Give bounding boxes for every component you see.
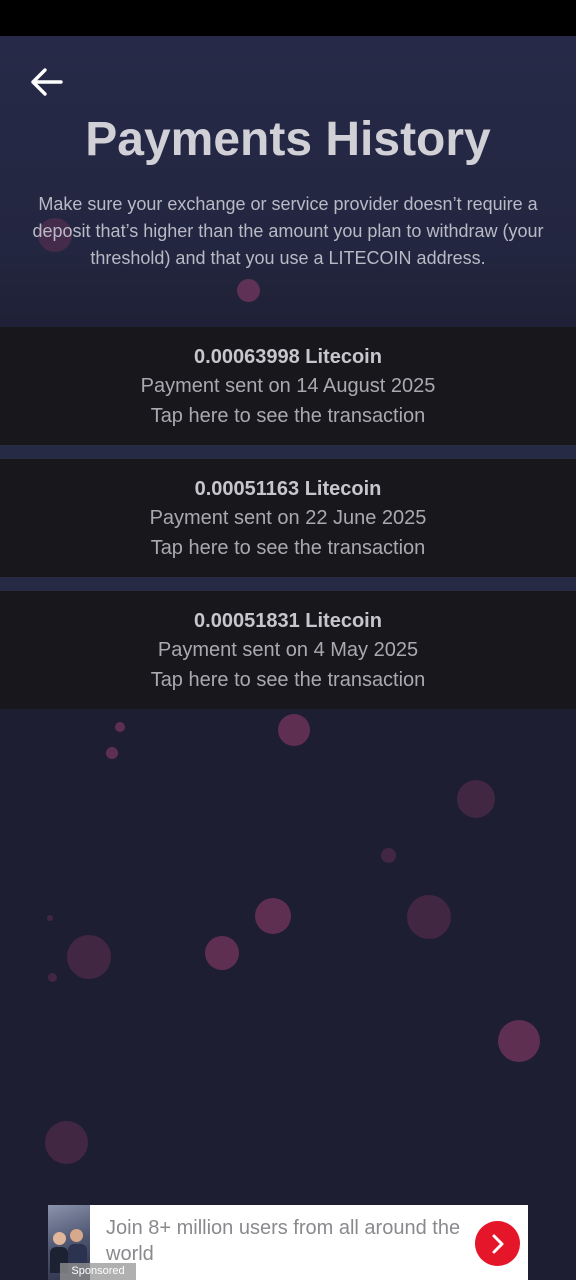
transaction-link[interactable]: Tap here to see the transaction (0, 533, 576, 563)
divider (0, 445, 576, 459)
payment-date: Payment sent on 22 June 2025 (149, 507, 427, 529)
chevron-right-icon (492, 1234, 503, 1253)
divider (0, 577, 576, 591)
page-title: Payments History (85, 113, 491, 166)
payment-date: Payment sent on 4 May 2025 (157, 639, 419, 661)
ad-headline: Join 8+ million users from all around th… (106, 1217, 461, 1265)
payment-amount: 0.00063998 Litecoin (194, 346, 382, 368)
payment-item[interactable]: 0.00063998 Litecoin Payment sent on 14 A… (0, 327, 576, 445)
payment-amount: 0.00051831 Litecoin (194, 610, 382, 632)
arrow-left-icon (31, 68, 63, 96)
status-bar (0, 0, 576, 36)
payment-amount: 0.00051163 Litecoin (194, 478, 382, 500)
header-background (0, 36, 576, 336)
ad-cta-button[interactable] (475, 1221, 520, 1266)
transaction-link[interactable]: Tap here to see the transaction (0, 665, 576, 695)
payment-date: Payment sent on 14 August 2025 (140, 375, 436, 397)
ad-banner[interactable]: Sponsored Join 8+ million users from all… (48, 1205, 528, 1280)
transaction-link[interactable]: Tap here to see the transaction (0, 401, 576, 431)
threshold-notice: Make sure your exchange or service provi… (32, 194, 544, 268)
payment-item[interactable]: 0.00051163 Litecoin Payment sent on 22 J… (0, 459, 576, 577)
back-button[interactable] (24, 60, 68, 104)
payment-item[interactable]: 0.00051831 Litecoin Payment sent on 4 Ma… (0, 591, 576, 709)
